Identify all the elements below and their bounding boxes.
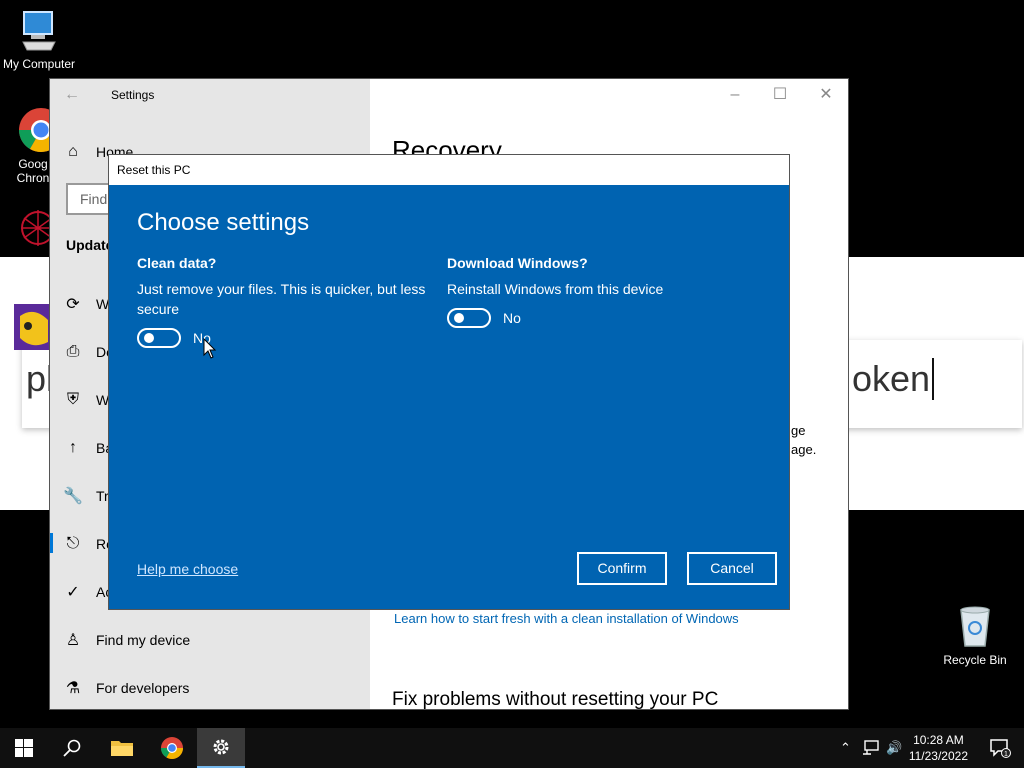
computer-icon [22, 11, 56, 51]
download-windows-toggle[interactable] [447, 308, 491, 328]
download-windows-section: Download Windows? Reinstall Windows from… [447, 255, 752, 299]
section-heading: Fix problems without resetting your PC [392, 689, 719, 710]
home-icon: ⌂ [68, 143, 78, 160]
person-icon: ♙ [65, 632, 81, 649]
start-button[interactable] [0, 728, 48, 768]
chevron-up-icon[interactable]: ⌃ [840, 740, 851, 756]
notification-icon: 1 [990, 739, 1011, 758]
windows-logo-icon [15, 739, 33, 757]
dialog-titlebar: Reset this PC [109, 155, 789, 185]
clock-time: 10:28 AM [913, 733, 964, 747]
notifications-button[interactable]: 1 [976, 728, 1024, 768]
minimize-button[interactable]: – [712, 83, 758, 107]
delivery-icon: ⎙ [66, 343, 80, 360]
dialog-heading: Choose settings [137, 209, 310, 236]
clean-data-description: Just remove your files. This is quicker,… [137, 281, 426, 317]
chrome-icon [161, 737, 183, 759]
recycle-bin-icon [960, 606, 990, 647]
clean-data-section: Clean data? Just remove your files. This… [137, 255, 442, 319]
activation-icon: ✓ [66, 584, 80, 601]
network-icon[interactable] [862, 740, 880, 756]
desktop: pl oken My Computer Goog Chron Recycle B… [0, 0, 1024, 768]
desktop-icon-recycle-bin[interactable]: Recycle Bin [942, 604, 1008, 667]
clean-data-toggle[interactable] [137, 328, 181, 348]
learn-fresh-start-link[interactable]: Learn how to start fresh with a clean in… [394, 611, 739, 626]
cancel-button[interactable]: Cancel [687, 552, 777, 585]
clean-data-question: Clean data? [137, 255, 217, 271]
toggle-knob [144, 333, 154, 343]
volume-icon[interactable]: 🔊 [886, 740, 902, 756]
folder-icon [111, 741, 133, 756]
desktop-icon-label: My Computer [2, 57, 76, 71]
window-title: Settings [111, 88, 155, 102]
gear-icon [213, 739, 229, 755]
sidebar-item-find-my-device[interactable]: ♙ Find my device [50, 620, 370, 660]
clock[interactable]: 10:28 AM 11/23/2022 [909, 732, 968, 764]
sidebar-item-for-developers[interactable]: ⚗ For developers [50, 668, 370, 708]
taskbar-chrome[interactable] [148, 728, 196, 768]
partial-text: ge [791, 423, 806, 438]
toggle-knob [454, 313, 464, 323]
help-me-choose-link[interactable]: Help me choose [137, 561, 238, 577]
partial-text: age. [791, 442, 817, 457]
desktop-icon-label: Recycle Bin [943, 653, 1007, 667]
clock-date: 11/23/2022 [908, 749, 968, 763]
sidebar-item-label: For developers [96, 680, 190, 696]
back-arrow-icon[interactable]: ← [64, 86, 80, 104]
desktop-icon-app[interactable] [14, 206, 55, 254]
download-windows-question: Download Windows? [447, 255, 588, 271]
wrench-icon: 🔧 [63, 488, 83, 505]
backup-icon: ↑ [69, 439, 77, 456]
confirm-button[interactable]: Confirm [577, 552, 667, 585]
search-icon [63, 739, 81, 757]
dialog-title: Reset this PC [117, 163, 191, 177]
game-controller-icon [14, 304, 50, 350]
close-button[interactable]: ✕ [803, 83, 848, 107]
maximize-button[interactable]: ☐ [757, 83, 803, 107]
sidebar-item-label: Tr [96, 488, 109, 504]
sidebar-item-label: Find my device [96, 632, 191, 648]
background-search-text-right: oken [852, 358, 935, 400]
developer-icon: ⚗ [65, 680, 81, 697]
reset-pc-dialog: Reset this PC Choose settings Clean data… [108, 154, 790, 610]
settings-titlebar: ← Settings – ☐ ✕ [50, 79, 848, 111]
taskbar-settings[interactable] [197, 728, 245, 768]
red-web-icon [21, 210, 55, 246]
recovery-icon: ⎋ [66, 535, 80, 552]
desktop-icon-my-computer[interactable]: My Computer [0, 8, 78, 71]
sidebar-section-heading: Update [66, 237, 114, 253]
taskbar-file-explorer[interactable] [98, 728, 146, 768]
search-button[interactable] [48, 728, 96, 768]
taskbar: ⌃ 🔊 10:28 AM 11/23/2022 1 [0, 728, 1024, 768]
mouse-cursor-icon [203, 338, 217, 359]
download-windows-state: No [503, 310, 521, 326]
notification-count: 1 [1004, 751, 1008, 758]
download-windows-description: Reinstall Windows from this device [447, 281, 664, 297]
shield-icon: ⛨ [66, 391, 79, 408]
desktop-icon-game[interactable] [14, 302, 54, 352]
sync-icon: ⟳ [66, 296, 80, 313]
